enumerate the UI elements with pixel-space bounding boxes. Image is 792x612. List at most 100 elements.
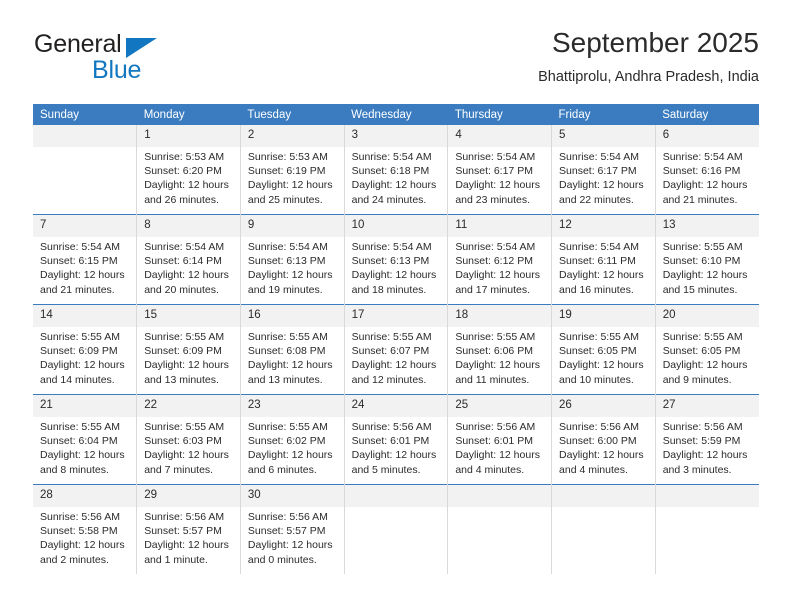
calendar-day-cell[interactable]: 19 Sunrise: 5:55 AM Sunset: 6:05 PM Dayligh… (551, 304, 656, 395)
day-number: 3 (344, 125, 448, 147)
sunset-text: Sunset: 6:02 PM (247, 435, 326, 448)
daylight-text: Daylight: 12 hours and 17 minutes. (455, 269, 540, 296)
sunrise-text: Sunrise: 5:56 AM (455, 421, 536, 433)
day-number: 25 (448, 395, 552, 417)
calendar-day-cell[interactable]: 8 Sunrise: 5:54 AM Sunset: 6:14 PM Daylight… (136, 214, 241, 305)
sunrise-text: Sunrise: 5:55 AM (247, 421, 328, 433)
sunset-text: Sunset: 6:17 PM (455, 165, 533, 178)
daylight-text: Daylight: 12 hours and 5 minutes. (351, 449, 437, 476)
calendar-day-cell[interactable]: 23 Sunrise: 5:55 AM Sunset: 6:02 PM Dayligh… (239, 394, 345, 485)
day-number: 6 (655, 125, 759, 147)
calendar-day-cell[interactable]: 16 Sunrise: 5:55 AM Sunset: 6:08 PM Dayligh… (239, 304, 345, 395)
daylight-text: Daylight: 12 hours and 13 minutes. (247, 359, 333, 386)
calendar-day-cell[interactable]: 7 Sunrise: 5:54 AM Sunset: 6:15 PM Daylight… (33, 214, 137, 305)
day-number: 11 (448, 215, 552, 237)
day-number (655, 485, 759, 507)
calendar-day-cell[interactable]: 13 Sunrise: 5:55 AM Sunset: 6:10 PM Dayligh… (654, 214, 759, 305)
logo-text-general: General (34, 30, 122, 58)
day-number: 4 (448, 125, 552, 147)
sunset-text: Sunset: 6:09 PM (40, 345, 118, 358)
day-details: Sunrise: 5:54 AM Sunset: 6:18 PM Daylight:… (345, 147, 448, 207)
calendar-day-cell[interactable]: 12 Sunrise: 5:54 AM Sunset: 6:11 PM Dayligh… (551, 214, 656, 305)
calendar-day-cell[interactable]: 29 Sunrise: 5:56 AM Sunset: 5:57 PM Dayligh… (136, 484, 241, 574)
calendar-empty-cell (343, 484, 448, 574)
calendar-day-cell[interactable]: 11 Sunrise: 5:54 AM Sunset: 6:12 PM Dayligh… (447, 214, 552, 305)
sunset-text: Sunset: 6:14 PM (144, 255, 222, 268)
day-details: Sunrise: 5:54 AM Sunset: 6:12 PM Daylight:… (448, 237, 551, 297)
day-details: Sunrise: 5:54 AM Sunset: 6:17 PM Daylight:… (448, 147, 551, 207)
day-number: 1 (137, 125, 240, 147)
daylight-text: Daylight: 12 hours and 4 minutes. (559, 449, 644, 476)
daylight-text: Daylight: 12 hours and 19 minutes. (247, 269, 333, 296)
day-details: Sunrise: 5:53 AM Sunset: 6:19 PM Daylight:… (241, 147, 344, 207)
daylight-text: Daylight: 12 hours and 15 minutes. (662, 269, 748, 296)
day-number: 27 (655, 395, 759, 417)
calendar-day-cell[interactable]: 20 Sunrise: 5:55 AM Sunset: 6:05 PM Dayligh… (654, 304, 759, 395)
day-details: Sunrise: 5:54 AM Sunset: 6:15 PM Daylight:… (33, 237, 136, 297)
calendar-week-row: 28 Sunrise: 5:56 AM Sunset: 5:58 PM Dayligh… (33, 484, 759, 574)
sunset-text: Sunset: 6:05 PM (662, 345, 741, 358)
daylight-text: Daylight: 12 hours and 12 minutes. (351, 359, 437, 386)
calendar-day-cell[interactable]: 9 Sunrise: 5:54 AM Sunset: 6:13 PM Daylight… (239, 214, 345, 305)
sunrise-text: Sunrise: 5:54 AM (559, 151, 639, 163)
calendar-day-cell[interactable]: 28 Sunrise: 5:56 AM Sunset: 5:58 PM Dayligh… (33, 484, 137, 574)
calendar-day-cell[interactable]: 6 Sunrise: 5:54 AM Sunset: 6:16 PM Daylight… (654, 125, 759, 215)
day-details: Sunrise: 5:55 AM Sunset: 6:05 PM Daylight:… (552, 327, 655, 387)
sunrise-text: Sunrise: 5:56 AM (144, 511, 225, 523)
sunrise-text: Sunrise: 5:55 AM (662, 331, 743, 343)
daylight-text: Daylight: 12 hours and 23 minutes. (455, 179, 540, 206)
column-header-monday: Monday (136, 104, 241, 125)
calendar-day-cell[interactable]: 24 Sunrise: 5:56 AM Sunset: 6:01 PM Dayligh… (343, 394, 448, 485)
day-number: 8 (137, 215, 240, 237)
calendar-day-cell[interactable]: 26 Sunrise: 5:56 AM Sunset: 6:00 PM Dayligh… (551, 394, 656, 485)
page-header: General Blue September 2025 Bhattiprolu,… (33, 26, 759, 96)
calendar-day-cell[interactable]: 3 Sunrise: 5:54 AM Sunset: 6:18 PM Daylight… (343, 125, 448, 215)
column-header-saturday: Saturday (655, 104, 759, 125)
calendar-day-cell[interactable]: 2 Sunrise: 5:53 AM Sunset: 6:19 PM Daylight… (239, 125, 345, 215)
day-number: 28 (33, 485, 137, 507)
calendar-day-cell[interactable]: 1 Sunrise: 5:53 AM Sunset: 6:20 PM Daylight… (136, 125, 241, 215)
day-number: 7 (33, 215, 137, 237)
generalblue-logo[interactable]: General Blue (33, 26, 253, 88)
daylight-text: Daylight: 12 hours and 3 minutes. (662, 449, 748, 476)
daylight-text: Daylight: 12 hours and 21 minutes. (40, 269, 125, 296)
calendar-day-cell[interactable]: 15 Sunrise: 5:55 AM Sunset: 6:09 PM Dayligh… (136, 304, 241, 395)
calendar-week-row: 7 Sunrise: 5:54 AM Sunset: 6:15 PM Daylight… (33, 214, 759, 305)
day-number: 9 (240, 215, 344, 237)
calendar-day-cell[interactable]: 30 Sunrise: 5:56 AM Sunset: 5:57 PM Dayligh… (239, 484, 345, 574)
calendar-day-cell[interactable]: 18 Sunrise: 5:55 AM Sunset: 6:06 PM Dayligh… (447, 304, 552, 395)
calendar-day-cell[interactable]: 10 Sunrise: 5:54 AM Sunset: 6:13 PM Dayligh… (343, 214, 448, 305)
calendar-day-cell[interactable]: 22 Sunrise: 5:55 AM Sunset: 6:03 PM Dayligh… (136, 394, 241, 485)
sunset-text: Sunset: 5:57 PM (247, 525, 326, 538)
calendar-day-cell[interactable]: 25 Sunrise: 5:56 AM Sunset: 6:01 PM Dayligh… (447, 394, 552, 485)
daylight-text: Daylight: 12 hours and 25 minutes. (247, 179, 333, 206)
daylight-text: Daylight: 12 hours and 13 minutes. (144, 359, 229, 386)
daylight-text: Daylight: 12 hours and 10 minutes. (559, 359, 644, 386)
day-number: 20 (655, 305, 759, 327)
calendar-day-cell[interactable]: 5 Sunrise: 5:54 AM Sunset: 6:17 PM Daylight… (551, 125, 656, 215)
daylight-text: Daylight: 12 hours and 26 minutes. (144, 179, 229, 206)
calendar-day-cell[interactable]: 4 Sunrise: 5:54 AM Sunset: 6:17 PM Daylight… (447, 125, 552, 215)
calendar-day-cell[interactable]: 21 Sunrise: 5:55 AM Sunset: 6:04 PM Dayligh… (33, 394, 137, 485)
day-details: Sunrise: 5:55 AM Sunset: 6:02 PM Daylight:… (241, 417, 344, 477)
calendar-day-cell[interactable]: 17 Sunrise: 5:55 AM Sunset: 6:07 PM Dayligh… (343, 304, 448, 395)
daylight-text: Daylight: 12 hours and 11 minutes. (455, 359, 540, 386)
calendar-empty-cell (654, 484, 759, 574)
day-details: Sunrise: 5:55 AM Sunset: 6:05 PM Daylight:… (656, 327, 759, 387)
sunrise-text: Sunrise: 5:55 AM (144, 421, 225, 433)
sunrise-text: Sunrise: 5:54 AM (455, 151, 536, 163)
daylight-text: Daylight: 12 hours and 16 minutes. (559, 269, 644, 296)
calendar-week-row: 1 Sunrise: 5:53 AM Sunset: 6:20 PM Daylight… (33, 125, 759, 215)
sunrise-text: Sunrise: 5:54 AM (559, 241, 639, 253)
sunset-text: Sunset: 5:58 PM (40, 525, 118, 538)
column-header-friday: Friday (551, 104, 656, 125)
day-details: Sunrise: 5:56 AM Sunset: 6:00 PM Daylight:… (552, 417, 655, 477)
day-details: Sunrise: 5:56 AM Sunset: 6:01 PM Daylight:… (345, 417, 448, 477)
calendar-day-cell[interactable]: 14 Sunrise: 5:55 AM Sunset: 6:09 PM Dayligh… (33, 304, 137, 395)
sunset-text: Sunset: 6:05 PM (559, 345, 637, 358)
calendar-day-cell[interactable]: 27 Sunrise: 5:56 AM Sunset: 5:59 PM Dayligh… (654, 394, 759, 485)
daylight-text: Daylight: 12 hours and 2 minutes. (40, 539, 125, 566)
day-number: 12 (552, 215, 655, 237)
day-details: Sunrise: 5:56 AM Sunset: 6:01 PM Daylight:… (448, 417, 551, 477)
logo-triangle-icon (126, 38, 157, 58)
